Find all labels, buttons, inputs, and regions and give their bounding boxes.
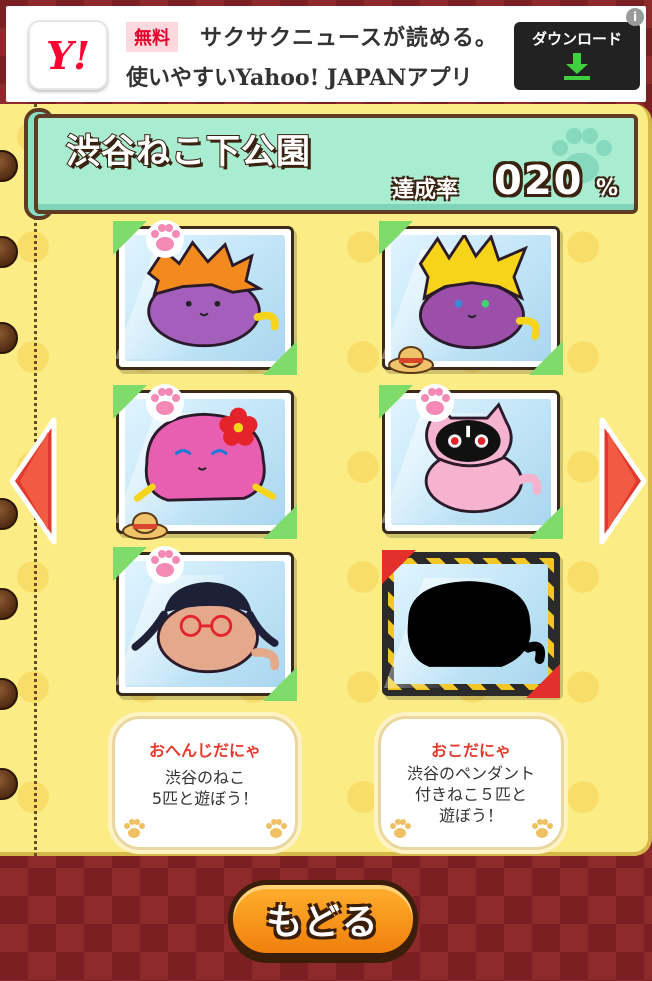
download-icon [564,53,590,80]
ad-subline: 使いやすいYahoo! JAPANアプリ [126,65,473,91]
back-button-label: もどる [266,902,380,943]
paw-print-icon [532,819,553,838]
completion-rate-value: 020 [494,158,584,204]
ad-headline: サクサクニュースが読める。 [200,25,498,51]
mission-bubble: おへんじだにゃ 渋谷のねこ 5匹と遊ぼう！ [112,716,298,850]
pink-paw-badge-icon [146,546,184,584]
ad-banner[interactable]: Y! 無料 サクサクニュースが読める。 使いやすいYahoo! JAPANアプリ… [6,6,646,102]
mission-title: おへんじだにゃ [148,741,261,760]
paw-print-icon [124,819,145,838]
mission-title: おこだにゃ [430,741,511,760]
cat-card-black-pink[interactable] [379,384,563,539]
ad-free-badge: 無料 [126,22,178,52]
ad-download-button[interactable]: ダウンロード [514,22,640,90]
locked-cat-silhouette-icon [407,581,546,667]
cat-card-yellow-hair[interactable] [379,221,563,375]
prev-page-arrow-icon[interactable] [8,416,58,546]
completion-rate-label: 達成率 [392,178,459,203]
straw-hat-icon [388,346,434,374]
cat-card-pink-flower[interactable] [113,384,297,540]
area-title: 渋谷ねこ下公園 [65,131,311,173]
cat-card-glasses-braid[interactable] [113,546,297,701]
yahoo-logo: Y! [28,20,108,90]
pink-paw-badge-icon [416,384,454,422]
pink-paw-badge-icon [146,384,184,422]
back-button[interactable]: もどる [228,880,418,958]
pink-paw-badge-icon [146,220,184,258]
mission-bubble: おこだにゃ 渋谷のペンダント 付きねこ５匹と 遊ぼう！ [378,716,564,850]
cat-card-orange-hair[interactable] [113,220,297,375]
ad-download-label: ダウンロード [531,30,622,48]
mission-description: 渋谷のねこ 5匹と遊ぼう！ [151,768,259,808]
paw-print-icon [390,819,411,838]
completion-rate-unit: % [596,176,619,201]
next-page-arrow-icon[interactable] [598,416,648,546]
straw-hat-icon [122,512,168,540]
mission-description: 渋谷のペンダント 付きねこ５匹と 遊ぼう！ [406,764,535,825]
paw-print-icon [266,819,287,838]
ad-info-icon[interactable]: i [626,8,644,26]
cat-card-locked[interactable] [382,550,560,698]
